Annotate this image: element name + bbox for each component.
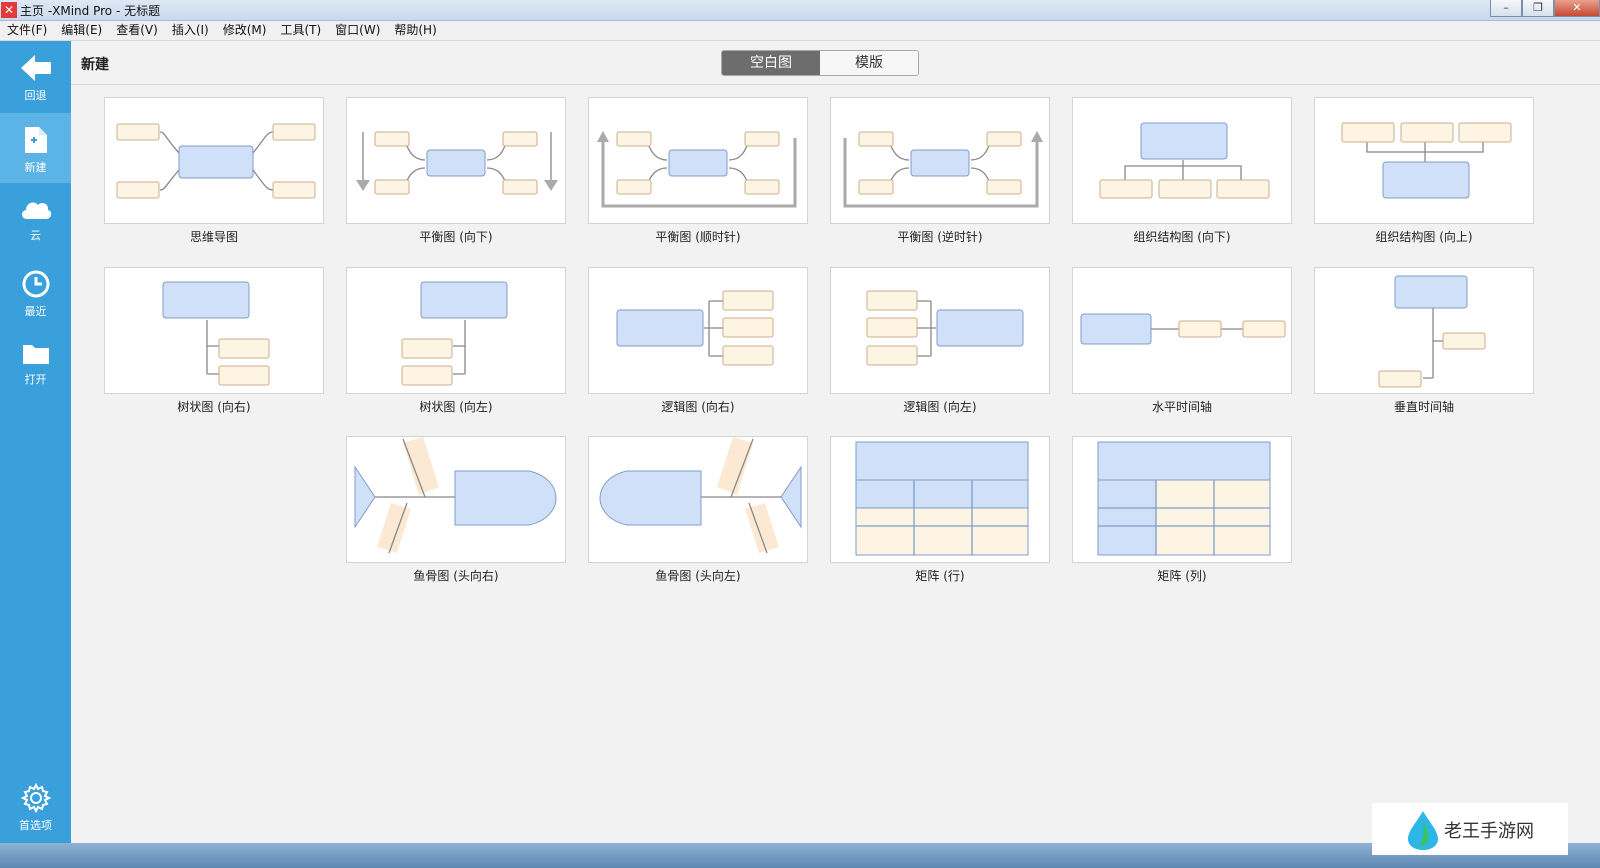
template-preview	[356, 131, 558, 195]
template-card[interactable]	[1314, 267, 1534, 394]
cloud-icon	[21, 202, 51, 219]
template-label[interactable]: 逻辑图 (向右)	[588, 398, 808, 415]
template-label[interactable]: 平衡图 (逆时针)	[830, 228, 1050, 245]
page-title: 新建	[81, 57, 109, 73]
sidebar-item-cloud[interactable]: 云	[0, 185, 71, 255]
new-file-icon	[24, 127, 47, 153]
template-preview	[843, 131, 1043, 208]
water-drop-logo-icon	[1408, 811, 1438, 850]
template-label[interactable]: 矩阵 (列)	[1072, 567, 1292, 584]
template-preview	[1341, 122, 1512, 199]
restore-button[interactable]: ❐	[1522, 0, 1554, 17]
menu-edit[interactable]: 编辑(E)	[54, 21, 109, 40]
template-label[interactable]: 鱼骨图 (头向右)	[346, 567, 566, 584]
taskbar	[0, 843, 1600, 868]
template-card[interactable]	[588, 97, 808, 224]
template-label[interactable]: 树状图 (向右)	[104, 398, 324, 415]
template-preview	[116, 123, 316, 199]
template-card[interactable]	[1072, 97, 1292, 224]
template-card[interactable]	[1314, 97, 1534, 224]
template-preview	[597, 131, 797, 208]
template-card[interactable]	[346, 436, 566, 563]
template-preview	[599, 437, 802, 554]
close-button[interactable]: ✕	[1554, 0, 1600, 17]
template-label[interactable]: 垂直时间轴	[1314, 398, 1534, 415]
template-preview	[354, 437, 557, 554]
tab-blank-map[interactable]: 空白图	[722, 51, 820, 75]
back-arrow-icon	[20, 55, 51, 81]
template-preview	[616, 290, 774, 366]
template-card[interactable]	[830, 97, 1050, 224]
template-preview	[162, 281, 270, 386]
sidebar-item-label: 云	[30, 229, 41, 242]
menu-file[interactable]: 文件(F)	[0, 21, 54, 40]
template-card[interactable]	[104, 267, 324, 394]
template-label[interactable]: 树状图 (向左)	[346, 398, 566, 415]
template-label[interactable]: 矩阵 (行)	[830, 567, 1050, 584]
sidebar-item-label: 回退	[24, 89, 47, 102]
minimize-button[interactable]: –	[1490, 0, 1522, 17]
template-card[interactable]	[588, 436, 808, 563]
xmind-icon: ✕	[1, 2, 17, 18]
template-card[interactable]	[346, 267, 566, 394]
template-preview	[401, 281, 508, 386]
template-label[interactable]: 思维导图	[104, 228, 324, 245]
template-label[interactable]: 组织结构图 (向下)	[1072, 228, 1292, 245]
sidebar-item-label: 打开	[24, 373, 47, 386]
window-controls: – ❐ ✕	[1490, 0, 1600, 18]
menu-help[interactable]: 帮助(H)	[387, 21, 443, 40]
menu-bar: 文件(F) 编辑(E) 查看(V) 插入(I) 修改(M) 工具(T) 窗口(W…	[0, 21, 1600, 41]
sidebar-item-label: 新建	[24, 161, 47, 174]
template-card[interactable]	[830, 267, 1050, 394]
sidebar-item-new[interactable]: 新建	[0, 113, 71, 183]
menu-insert[interactable]: 插入(I)	[165, 21, 216, 40]
template-preview	[1378, 275, 1486, 388]
sidebar-item-recent[interactable]: 最近	[0, 257, 71, 327]
window-title: 主页 -XMind Pro - 无标题	[20, 4, 161, 18]
template-preview	[855, 441, 1029, 556]
menu-modify[interactable]: 修改(M)	[216, 21, 274, 40]
sidebar-item-label: 首选项	[19, 819, 52, 832]
template-preview	[1080, 313, 1286, 345]
sidebar-item-open[interactable]: 打开	[0, 329, 71, 399]
template-preview	[1097, 441, 1271, 556]
template-card[interactable]	[830, 436, 1050, 563]
template-label[interactable]: 鱼骨图 (头向左)	[588, 567, 808, 584]
clock-icon	[22, 270, 49, 298]
template-type-switch: 空白图 模版	[721, 50, 919, 76]
template-card[interactable]	[1072, 436, 1292, 563]
title-bar: ✕ 主页 -XMind Pro - 无标题 – ❐ ✕	[0, 0, 1600, 21]
template-card[interactable]	[588, 267, 808, 394]
sidebar-item-preferences[interactable]: 首选项	[0, 771, 71, 841]
template-card[interactable]	[346, 97, 566, 224]
watermark: 老王手游网	[1372, 803, 1568, 855]
sidebar-item-label: 最近	[24, 305, 47, 318]
sidebar: 回退 新建 云 最近 打开 首选项	[0, 41, 71, 843]
gear-icon	[20, 783, 51, 813]
content-header: 新建 空白图 模版	[71, 41, 1600, 85]
watermark-text: 老王手游网	[1444, 821, 1534, 842]
template-preview	[1099, 122, 1270, 199]
template-label[interactable]: 水平时间轴	[1072, 398, 1292, 415]
template-card[interactable]	[1072, 267, 1292, 394]
menu-window[interactable]: 窗口(W)	[328, 21, 387, 40]
template-label[interactable]: 逻辑图 (向左)	[830, 398, 1050, 415]
menu-view[interactable]: 查看(V)	[109, 21, 165, 40]
tab-templates[interactable]: 模版	[820, 51, 918, 75]
folder-icon	[22, 345, 49, 364]
template-preview	[866, 290, 1024, 366]
template-label[interactable]: 平衡图 (向下)	[346, 228, 566, 245]
template-label[interactable]: 组织结构图 (向上)	[1314, 228, 1534, 245]
template-label[interactable]: 平衡图 (顺时针)	[588, 228, 808, 245]
menu-tools[interactable]: 工具(T)	[273, 21, 328, 40]
template-card[interactable]	[104, 97, 324, 224]
sidebar-item-back[interactable]: 回退	[0, 41, 71, 111]
